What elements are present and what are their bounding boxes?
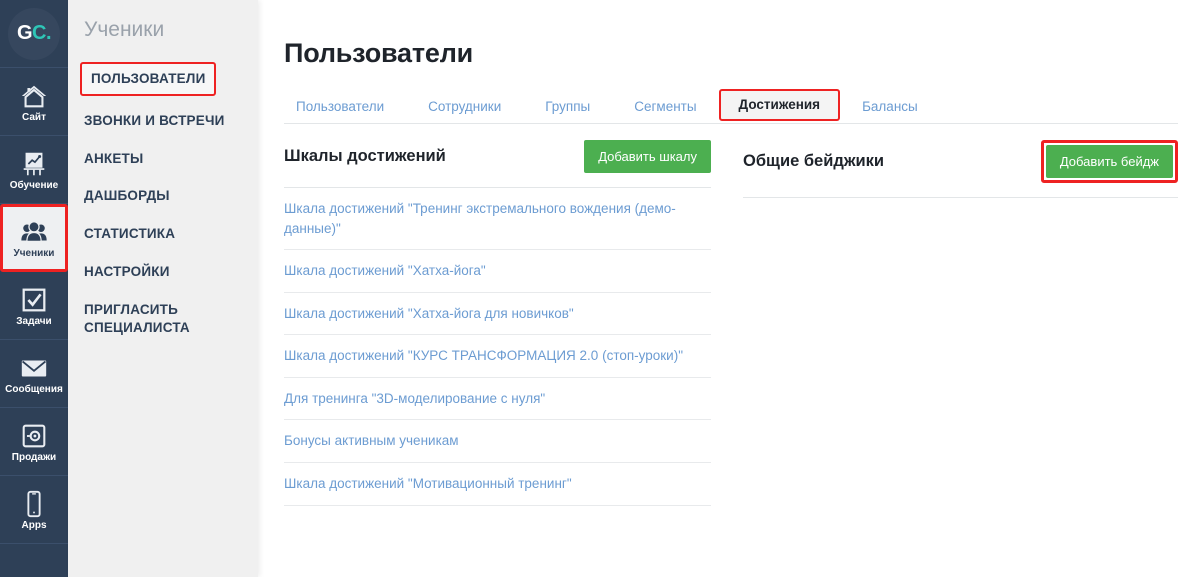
content-columns: Шкалы достижений Добавить шкалу Шкала до… xyxy=(284,140,1178,506)
app-root: G C. Сайт Обучение Ученики Задачи Сообще… xyxy=(0,0,1200,577)
sidebar-section-title: Ученики xyxy=(84,18,165,41)
main-content: Пользователи Пользователи Сотрудники Гру… xyxy=(258,0,1200,577)
tab-balances[interactable]: Балансы xyxy=(840,92,940,124)
scale-link[interactable]: Бонусы активным ученикам xyxy=(284,431,709,451)
scale-link[interactable]: Шкала достижений "Хатха-йога для новичко… xyxy=(284,304,709,324)
scale-link[interactable]: Для тренинга "3D-моделирование с нуля" xyxy=(284,389,709,409)
sidebar-item-users[interactable]: ПОЛЬЗОВАТЕЛИ xyxy=(80,62,217,96)
achievement-scales-list: Шкала достижений "Тренинг экстремального… xyxy=(284,188,711,506)
rail-label-students: Ученики xyxy=(13,248,55,259)
sidebar-item-invite-specialist[interactable]: ПРИГЛАСИТЬ СПЕЦИАЛИСТА xyxy=(68,293,258,345)
logo-text-c: C. xyxy=(32,22,52,44)
users-group-icon xyxy=(21,221,47,242)
add-badge-button-highlight: Добавить бейдж xyxy=(1040,140,1178,183)
tab-segments[interactable]: Сегменты xyxy=(612,92,718,124)
list-item: Шкала достижений "Хатха-йога" xyxy=(284,250,711,293)
rail-item-learning[interactable]: Обучение xyxy=(0,136,68,204)
primary-icon-rail: G C. Сайт Обучение Ученики Задачи Сообще… xyxy=(0,0,68,577)
rail-item-students[interactable]: Ученики xyxy=(0,204,68,272)
sidebar-item-statistics[interactable]: СТАТИСТИКА xyxy=(68,217,258,251)
sidebar-item-settings[interactable]: НАСТРОЙКИ xyxy=(68,255,258,289)
rail-item-site[interactable]: Сайт xyxy=(0,68,68,136)
common-badges-header: Общие бейджики Добавить бейдж xyxy=(743,140,1178,198)
add-scale-button[interactable]: Добавить шкалу xyxy=(584,140,711,173)
mobile-phone-icon xyxy=(27,490,41,517)
achievement-scales-panel: Шкалы достижений Добавить шкалу Шкала до… xyxy=(284,140,727,506)
chart-easel-icon xyxy=(23,152,45,175)
list-item: Шкала достижений "Тренинг экстремального… xyxy=(284,188,711,251)
secondary-sidebar: Ученики ПОЛЬЗОВАТЕЛИ ЗВОНКИ И ВСТРЕЧИ АН… xyxy=(68,0,258,577)
tab-users[interactable]: Пользователи xyxy=(284,92,406,124)
sidebar-item-calls-meetings[interactable]: ЗВОНКИ И ВСТРЕЧИ xyxy=(68,104,258,138)
tab-groups[interactable]: Группы xyxy=(523,92,612,124)
list-item: Бонусы активным ученикам xyxy=(284,420,711,463)
logo-circle: G C. xyxy=(8,7,60,60)
checkbox-icon xyxy=(22,288,46,311)
rail-item-tasks[interactable]: Задачи xyxy=(0,272,68,340)
scale-link[interactable]: Шкала достижений "Тренинг экстремального… xyxy=(284,199,709,238)
scale-link[interactable]: Шкала достижений "Мотивационный тренинг" xyxy=(284,474,709,494)
list-item: Шкала достижений "КУРС ТРАНСФОРМАЦИЯ 2.0… xyxy=(284,335,711,378)
tab-bar: Пользователи Сотрудники Группы Сегменты … xyxy=(284,89,1178,124)
sidebar-item-forms[interactable]: АНКЕТЫ xyxy=(68,142,258,176)
scale-link[interactable]: Шкала достижений "Хатха-йога" xyxy=(284,261,709,281)
tab-employees[interactable]: Сотрудники xyxy=(406,92,523,124)
rail-label-learning: Обучение xyxy=(9,179,59,191)
scale-link[interactable]: Шкала достижений "КУРС ТРАНСФОРМАЦИЯ 2.0… xyxy=(284,346,709,366)
common-badges-title: Общие бейджики xyxy=(743,152,885,170)
list-item: Шкала достижений "Хатха-йога для новичко… xyxy=(284,293,711,336)
home-icon xyxy=(21,85,47,107)
rail-label-apps: Apps xyxy=(21,519,47,531)
page-title: Пользователи xyxy=(284,38,474,68)
sidebar-item-dashboards[interactable]: ДАШБОРДЫ xyxy=(68,179,258,213)
achievement-scales-title: Шкалы достижений xyxy=(284,147,446,165)
rail-item-messages[interactable]: Сообщения xyxy=(0,340,68,408)
rail-item-apps[interactable]: Apps xyxy=(0,476,68,544)
safe-box-icon xyxy=(22,424,46,447)
achievement-scales-header: Шкалы достижений Добавить шкалу xyxy=(284,140,711,188)
rail-label-messages: Сообщения xyxy=(5,383,63,395)
rail-label-site: Сайт xyxy=(22,111,46,123)
rail-label-sales: Продажи xyxy=(11,451,57,463)
list-item: Шкала достижений "Мотивационный тренинг" xyxy=(284,463,711,506)
tab-achievements[interactable]: Достижения xyxy=(718,89,841,121)
common-badges-panel: Общие бейджики Добавить бейдж xyxy=(727,140,1178,506)
rail-label-tasks: Задачи xyxy=(16,315,52,327)
envelope-icon xyxy=(21,360,47,376)
list-item: Для тренинга "3D-моделирование с нуля" xyxy=(284,378,711,421)
rail-item-sales[interactable]: Продажи xyxy=(0,408,68,476)
add-scale-button-wrap: Добавить шкалу xyxy=(584,140,711,173)
add-badge-button[interactable]: Добавить бейдж xyxy=(1045,145,1173,178)
app-logo[interactable]: G C. xyxy=(0,0,68,68)
logo-text-g: G xyxy=(16,22,33,44)
